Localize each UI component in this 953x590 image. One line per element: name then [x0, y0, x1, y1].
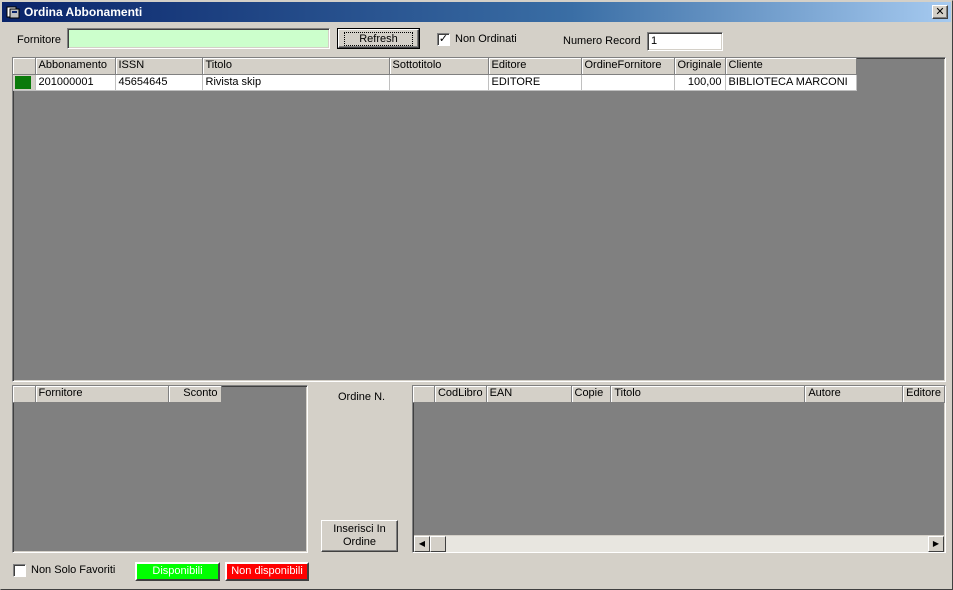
scroll-thumb[interactable] — [430, 536, 446, 552]
column-header[interactable]: CodLibro — [434, 386, 487, 403]
cell-sottotitolo[interactable] — [389, 74, 489, 91]
arrow-left-icon: ◀ — [418, 539, 426, 548]
fornitore-label: Fornitore — [17, 34, 62, 46]
column-header[interactable]: Fornitore — [35, 386, 169, 403]
cell-editore[interactable]: EDITORE — [488, 74, 582, 91]
column-header[interactable]: OrdineFornitore — [581, 58, 675, 75]
cell-ordine-fornitore[interactable] — [581, 74, 675, 91]
insert-in-order-button[interactable]: Inserisci In Ordine — [321, 520, 398, 552]
horizontal-scrollbar[interactable]: ◀ ▶ — [414, 535, 944, 552]
cell-originale[interactable]: 100,00 — [674, 74, 726, 91]
column-header[interactable]: Abbonamento — [35, 58, 116, 75]
column-header[interactable]: Sottotitolo — [389, 58, 489, 75]
column-header[interactable]: Titolo — [202, 58, 390, 75]
column-header[interactable]: Copie — [571, 386, 612, 403]
cell-cliente[interactable]: BIBLIOTECA MARCONI — [725, 74, 857, 91]
supplier-grid[interactable]: Fornitore Sconto — [12, 385, 308, 553]
insert-button-label: Inserisci In Ordine — [333, 523, 386, 548]
table-row[interactable]: 201000001 45654645 Rivista skip EDITORE … — [13, 74, 857, 91]
cell-titolo[interactable]: Rivista skip — [202, 74, 390, 91]
column-header[interactable]: Titolo — [610, 386, 806, 403]
cell-issn[interactable]: 45654645 — [115, 74, 203, 91]
column-header[interactable]: Sconto — [168, 386, 222, 403]
column-header[interactable]: Originale — [674, 58, 726, 75]
row-indicator-header — [413, 386, 435, 403]
non-disponibili-legend: Non disponibili — [225, 562, 309, 581]
supplier-header-row: Fornitore Sconto — [13, 386, 222, 403]
numero-record-label: Numero Record — [563, 35, 641, 47]
row-indicator[interactable] — [13, 74, 36, 91]
non-ordinati-checkbox[interactable]: ✓ — [437, 33, 450, 46]
subscriptions-table: Abbonamento ISSN Titolo Sottotitolo Edit… — [13, 58, 857, 91]
row-indicator-header — [13, 58, 36, 75]
close-button[interactable]: ✕ — [932, 5, 948, 19]
row-indicator-header — [13, 386, 36, 403]
order-header-row: CodLibro EAN Copie Titolo Autore Editore — [413, 386, 945, 403]
window-title: Ordina Abbonamenti — [24, 5, 143, 19]
ordine-number-label: Ordine N. — [338, 391, 386, 403]
refresh-button-label: Refresh — [344, 31, 413, 46]
non-solo-favoriti-checkbox[interactable] — [13, 564, 26, 577]
arrow-right-icon: ▶ — [932, 539, 940, 548]
disponibili-legend: Disponibili — [135, 562, 220, 581]
cell-abbonamento[interactable]: 201000001 — [35, 74, 116, 91]
order-items-grid[interactable]: CodLibro EAN Copie Titolo Autore Editore… — [412, 385, 946, 553]
order-items-table: CodLibro EAN Copie Titolo Autore Editore — [413, 386, 945, 403]
column-header[interactable]: ISSN — [115, 58, 203, 75]
title-bar: Ordina Abbonamenti ✕ — [2, 2, 951, 22]
fornitore-input[interactable] — [67, 28, 330, 49]
close-icon: ✕ — [935, 6, 945, 18]
app-icon — [6, 6, 20, 19]
column-header[interactable]: Cliente — [725, 58, 857, 75]
checkmark-icon: ✓ — [438, 33, 449, 45]
column-header[interactable]: Editore — [902, 386, 945, 403]
subscriptions-header-row: Abbonamento ISSN Titolo Sottotitolo Edit… — [13, 58, 857, 75]
non-solo-favoriti-label: Non Solo Favoriti — [31, 564, 116, 576]
non-ordinati-label: Non Ordinati — [455, 33, 517, 45]
scroll-left-button[interactable]: ◀ — [414, 536, 430, 552]
subscriptions-grid[interactable]: Abbonamento ISSN Titolo Sottotitolo Edit… — [12, 57, 946, 382]
column-header[interactable]: EAN — [486, 386, 572, 403]
numero-record-input[interactable]: 1 — [647, 32, 723, 51]
column-header[interactable]: Autore — [804, 386, 904, 403]
refresh-button[interactable]: Refresh — [337, 28, 420, 49]
supplier-table: Fornitore Sconto — [13, 386, 222, 403]
column-header[interactable]: Editore — [488, 58, 582, 75]
order-subscriptions-window: Ordina Abbonamenti ✕ Fornitore Refresh ✓… — [0, 0, 953, 590]
scroll-right-button[interactable]: ▶ — [928, 536, 944, 552]
row-status-marker — [15, 75, 31, 89]
